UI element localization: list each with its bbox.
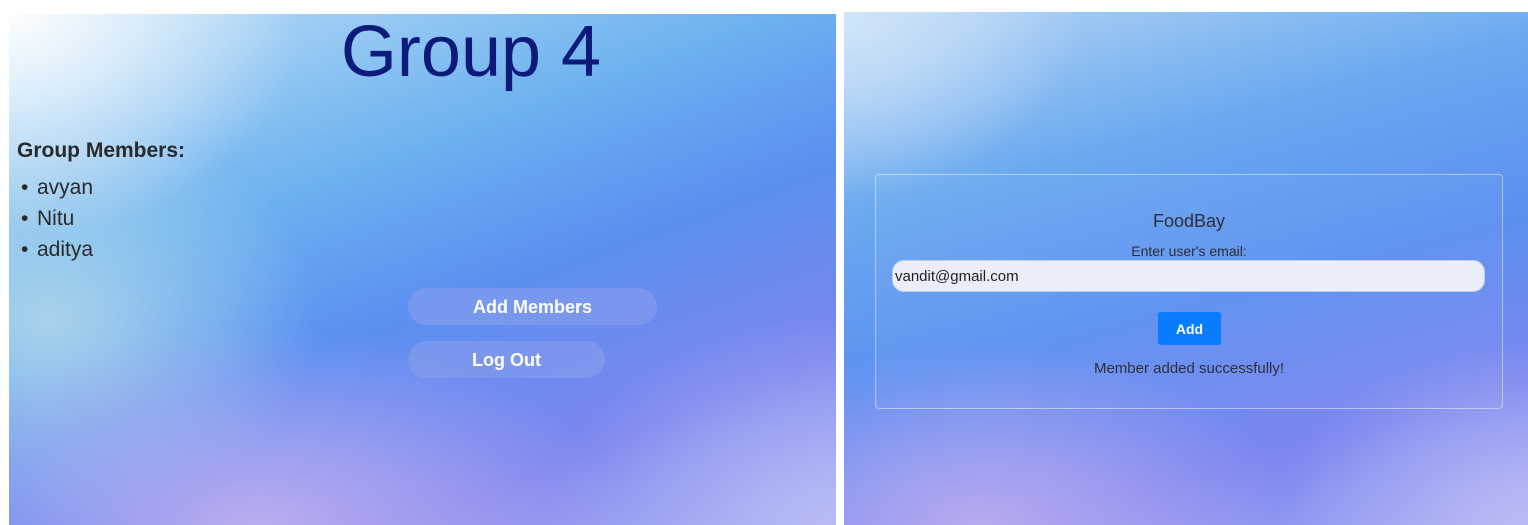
log-out-button[interactable]: Log Out (408, 341, 605, 378)
list-item: • Nitu (17, 203, 93, 234)
bullet-icon: • (21, 207, 29, 230)
page-title: Group 4 (340, 14, 602, 92)
member-name: Nitu (37, 207, 75, 230)
add-member-card: FoodBay Enter user's email: Add Member a… (875, 174, 1503, 409)
members-heading: Group Members: (17, 139, 186, 162)
bullet-icon: • (21, 238, 29, 261)
add-members-button[interactable]: Add Members (408, 288, 657, 325)
screenshot-divider (836, 0, 844, 525)
bullet-icon: • (21, 176, 29, 199)
add-member-screen: FoodBay Enter user's email: Add Member a… (844, 12, 1528, 525)
email-label: Enter user's email: (1131, 243, 1247, 259)
email-field[interactable] (892, 260, 1485, 292)
list-item: • aditya (17, 234, 93, 265)
members-list: • avyan • Nitu • aditya (17, 172, 93, 265)
member-name: aditya (37, 238, 94, 261)
status-message: Member added successfully! (1093, 360, 1285, 377)
app-name: FoodBay (1152, 211, 1226, 231)
member-name: avyan (37, 176, 94, 199)
add-button[interactable]: Add (1158, 312, 1221, 345)
group-screen: Group 4 Group Members: • avyan • Nitu • … (9, 14, 836, 525)
list-item: • avyan (17, 172, 93, 203)
